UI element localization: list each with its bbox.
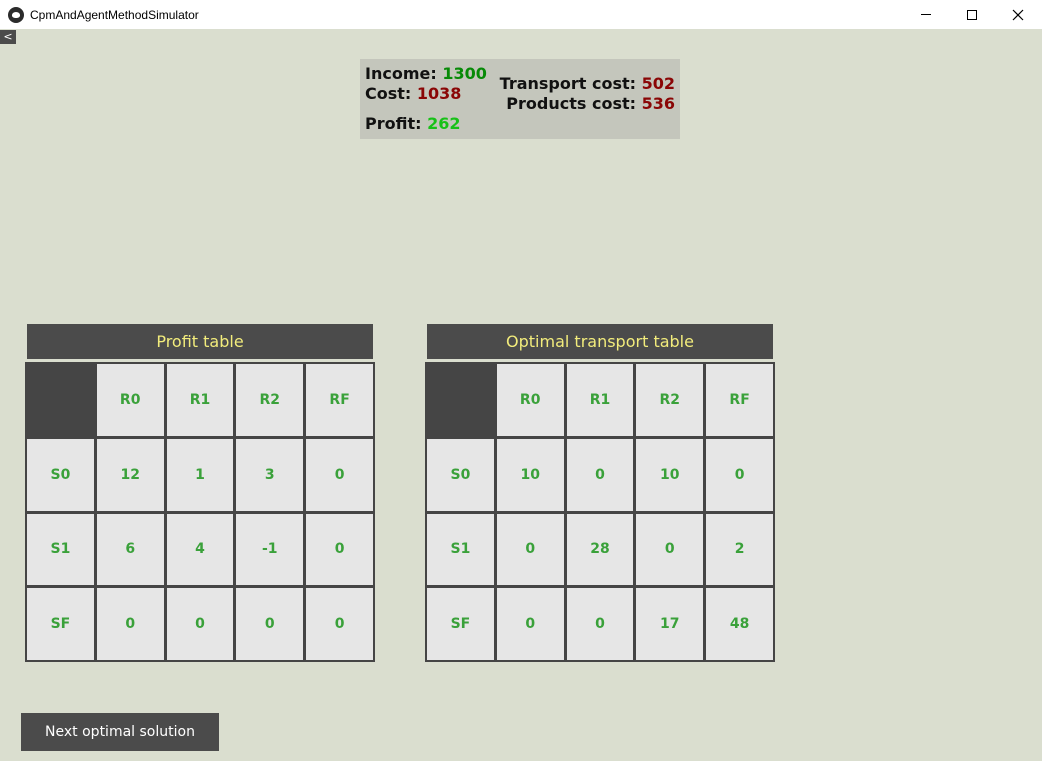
table-cell: 0 [496, 588, 564, 660]
back-button[interactable]: < [0, 30, 16, 44]
table-cell: 0 [636, 513, 704, 586]
table-cell: 0 [496, 513, 564, 586]
table-cell: 3 [236, 438, 304, 511]
table-cell: -1 [236, 513, 304, 586]
products-cost-label: Products cost: [506, 94, 637, 113]
transport-table-title: Optimal transport table [427, 324, 773, 359]
cost-label: Cost: [365, 84, 412, 103]
window-title: CpmAndAgentMethodSimulator [30, 7, 199, 22]
profit-table: R0 R1 R2 RF S0 12 1 3 0 S1 6 4 -1 0 SF 0… [25, 362, 375, 662]
table-corner [427, 364, 494, 436]
column-header: R2 [236, 364, 304, 436]
close-icon [1012, 9, 1024, 20]
transport-cost-row: Transport cost: 502 [500, 74, 675, 93]
table-cell: 12 [96, 438, 164, 511]
column-header: RF [306, 364, 373, 436]
minimize-button[interactable] [903, 0, 949, 29]
table-cell: 0 [306, 588, 373, 660]
products-cost-row: Products cost: 536 [506, 94, 675, 113]
row-header: S1 [427, 513, 494, 586]
table-cell: 0 [96, 588, 164, 660]
products-cost-value: 536 [641, 94, 675, 113]
income-value: 1300 [442, 64, 487, 83]
column-header: RF [706, 364, 773, 436]
column-header: R1 [166, 364, 234, 436]
table-cell: 0 [566, 588, 634, 660]
table-cell: 0 [166, 588, 234, 660]
column-header: R0 [96, 364, 164, 436]
profit-label: Profit: [365, 114, 422, 133]
row-header: S0 [27, 438, 94, 511]
table-cell: 0 [306, 438, 373, 511]
cost-row: Cost: 1038 [365, 84, 461, 103]
title-bar: CpmAndAgentMethodSimulator [0, 0, 1042, 29]
column-header: R2 [636, 364, 704, 436]
minimize-icon [921, 14, 931, 15]
row-header: SF [427, 588, 494, 660]
table-cell: 17 [636, 588, 704, 660]
transport-table: R0 R1 R2 RF S0 10 0 10 0 S1 0 28 0 2 SF … [425, 362, 775, 662]
column-header: R0 [496, 364, 564, 436]
table-corner [27, 364, 94, 436]
close-button[interactable] [995, 0, 1041, 29]
income-label: Income: [365, 64, 437, 83]
table-cell: 0 [236, 588, 304, 660]
profit-table-title: Profit table [27, 324, 373, 359]
summary-panel: Income: 1300 Cost: 1038 Profit: 262 Tran… [360, 59, 680, 139]
maximize-button[interactable] [949, 0, 995, 29]
maximize-icon [967, 9, 977, 20]
table-cell: 28 [566, 513, 634, 586]
table-cell: 1 [166, 438, 234, 511]
transport-cost-value: 502 [641, 74, 675, 93]
table-cell: 48 [706, 588, 773, 660]
table-cell: 10 [636, 438, 704, 511]
profit-row: Profit: 262 [365, 114, 461, 133]
table-cell: 10 [496, 438, 564, 511]
row-header: S1 [27, 513, 94, 586]
table-cell: 0 [306, 513, 373, 586]
table-cell: 0 [706, 438, 773, 511]
profit-value: 262 [427, 114, 461, 133]
next-optimal-solution-button[interactable]: Next optimal solution [21, 713, 219, 751]
table-cell: 6 [96, 513, 164, 586]
column-header: R1 [566, 364, 634, 436]
transport-cost-label: Transport cost: [499, 74, 637, 93]
row-header: S0 [427, 438, 494, 511]
table-cell: 4 [166, 513, 234, 586]
row-header: SF [27, 588, 94, 660]
income-row: Income: 1300 [365, 64, 487, 83]
app-icon [8, 6, 24, 23]
table-cell: 2 [706, 513, 773, 586]
table-cell: 0 [566, 438, 634, 511]
cost-value: 1038 [416, 84, 462, 103]
